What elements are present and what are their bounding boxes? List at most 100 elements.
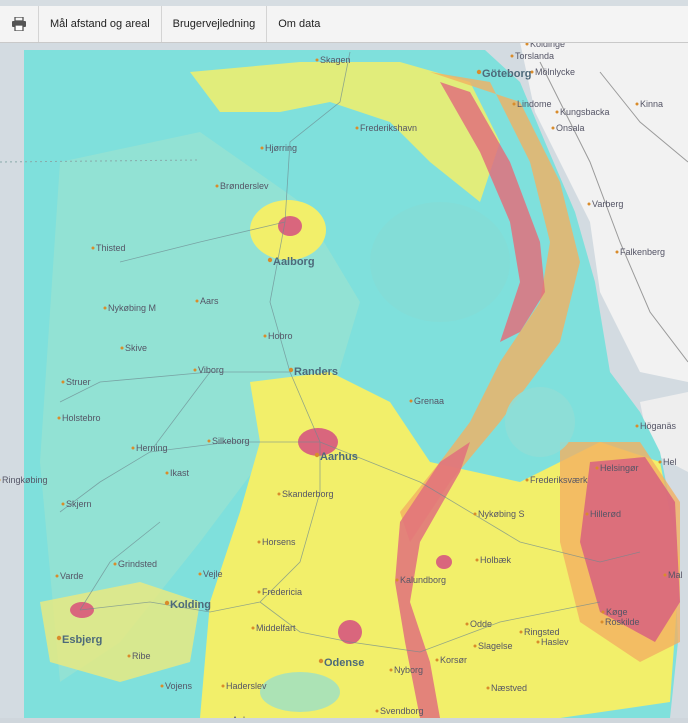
print-button[interactable] xyxy=(0,6,39,42)
city-marker xyxy=(113,562,117,566)
user-guide-button[interactable]: Brugervejledning xyxy=(162,6,268,42)
kattegat-pocket xyxy=(370,202,510,322)
city-marker xyxy=(56,635,62,641)
city-marker xyxy=(409,399,413,403)
map-canvas[interactable]: Göteborg Torslanda Mölnlycke Lindome Kungsba… xyxy=(0,39,688,723)
city-marker xyxy=(260,146,264,150)
city-marker xyxy=(61,380,65,384)
sea-pocket-fyn xyxy=(260,672,340,712)
city-label: Holstebro xyxy=(62,413,101,423)
printer-icon xyxy=(12,17,26,31)
city-label: Skagen xyxy=(320,55,351,65)
city-marker xyxy=(658,460,662,464)
city-marker xyxy=(198,572,202,576)
city-marker xyxy=(476,69,482,75)
city-label: Lindome xyxy=(517,99,552,109)
city-label: Hobro xyxy=(268,331,293,341)
map-view[interactable]: Göteborg Torslanda Mölnlycke Lindome Kungsba… xyxy=(0,39,688,723)
city-label: Vejle xyxy=(203,569,223,579)
city-label: Holbæk xyxy=(480,555,512,565)
city-label: Skanderborg xyxy=(282,489,334,499)
city-marker xyxy=(257,540,261,544)
city-label: Herning xyxy=(136,443,168,453)
city-label: Göteborg xyxy=(482,68,532,80)
city-marker xyxy=(120,346,124,350)
city-label: Aarhus xyxy=(320,451,358,463)
city-label: Mal xyxy=(668,570,683,580)
city-marker xyxy=(510,54,514,58)
city-marker xyxy=(551,126,555,130)
city-label: Hel xyxy=(663,457,677,467)
city-marker xyxy=(57,416,61,420)
city-marker xyxy=(160,684,164,688)
city-label: Aars xyxy=(200,296,219,306)
city-label: Helsingør xyxy=(600,463,639,473)
city-marker xyxy=(318,658,324,664)
city-marker xyxy=(131,446,135,450)
city-marker xyxy=(600,620,604,624)
city-marker xyxy=(277,492,281,496)
city-label: Frederikshavn xyxy=(360,123,417,133)
city-marker xyxy=(207,439,211,443)
city-marker xyxy=(103,306,107,310)
city-label: Odde xyxy=(470,619,492,629)
city-label: Odense xyxy=(324,657,364,669)
city-label: Skive xyxy=(125,343,147,353)
city-marker xyxy=(585,512,589,516)
city-label: Middelfart xyxy=(256,623,296,633)
city-label: Esbjerg xyxy=(62,634,102,646)
city-marker xyxy=(251,626,255,630)
city-marker xyxy=(195,299,199,303)
city-marker xyxy=(435,658,439,662)
city-label: Varberg xyxy=(592,199,623,209)
city-label: Varde xyxy=(60,571,83,581)
city-marker xyxy=(221,684,225,688)
city-label: Korsør xyxy=(440,655,467,665)
city-label: Kalundborg xyxy=(400,575,446,585)
measure-button[interactable]: Mål afstand og areal xyxy=(39,6,162,42)
city-marker xyxy=(536,640,540,644)
city-label: Onsala xyxy=(556,123,585,133)
city-label: Mölnlycke xyxy=(535,67,575,77)
about-data-button[interactable]: Om data xyxy=(267,6,331,42)
city-marker xyxy=(165,471,169,475)
city-label: Nyborg xyxy=(394,665,423,675)
city-marker xyxy=(389,668,393,672)
city-marker xyxy=(61,502,65,506)
city-marker xyxy=(267,257,273,263)
city-label: Grenaa xyxy=(414,396,444,406)
city-label: Torslanda xyxy=(515,51,554,61)
city-label: Køge xyxy=(606,607,628,617)
city-label: Horsens xyxy=(262,537,296,547)
city-label: Frederiksværk xyxy=(530,475,588,485)
city-marker xyxy=(263,334,267,338)
city-label: Ikast xyxy=(170,468,190,478)
city-label: Thisted xyxy=(96,243,126,253)
city-label: Falkenberg xyxy=(620,247,665,257)
city-label: Silkeborg xyxy=(212,436,250,446)
city-label: Kungsbacka xyxy=(560,107,610,117)
noise-core-kalundborg xyxy=(436,555,452,569)
city-marker xyxy=(635,424,639,428)
city-label: Hillerød xyxy=(590,509,621,519)
city-label: Nykøbing S xyxy=(478,509,525,519)
city-label: Koldinge xyxy=(530,42,565,49)
city-label: Skjern xyxy=(66,499,92,509)
noise-core-aalborg xyxy=(278,216,302,236)
city-marker xyxy=(486,686,490,690)
city-label: Grindsted xyxy=(118,559,157,569)
city-marker xyxy=(512,102,516,106)
city-label: Randers xyxy=(294,366,338,378)
city-marker xyxy=(465,622,469,626)
city-marker xyxy=(314,452,320,458)
city-marker xyxy=(587,202,591,206)
city-marker xyxy=(215,184,219,188)
city-label: Haslev xyxy=(541,637,569,647)
city-label: Fredericia xyxy=(262,587,302,597)
city-marker xyxy=(525,478,529,482)
city-marker xyxy=(257,590,261,594)
city-marker xyxy=(127,654,131,658)
city-label: Ribe xyxy=(132,651,151,661)
city-label: Nykøbing M xyxy=(108,303,156,313)
city-label: Slagelse xyxy=(478,641,513,651)
